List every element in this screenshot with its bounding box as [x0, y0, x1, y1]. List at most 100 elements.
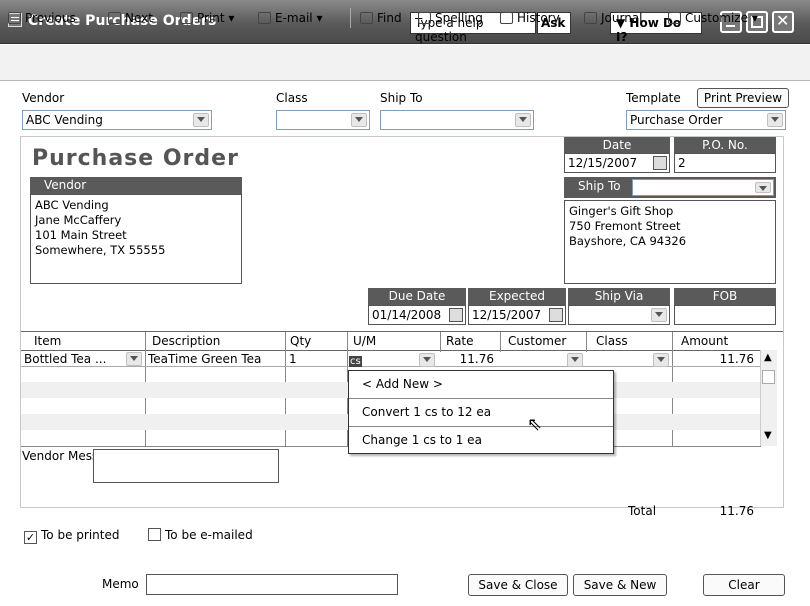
spelling-label: Spelling [435, 11, 483, 25]
spelling-button[interactable]: Spelling [418, 11, 483, 25]
to-be-emailed-label: To be e-mailed [165, 528, 253, 542]
find-label: Find [377, 11, 402, 25]
um-cell-value: cs [349, 356, 362, 367]
shipto-address-select[interactable] [632, 179, 774, 196]
col-header-amount: Amount [681, 334, 729, 348]
rate-cell[interactable]: 11.76 [444, 352, 494, 366]
vendor-select[interactable]: ABC Vending [22, 110, 212, 130]
class-select[interactable] [276, 110, 370, 130]
um-select[interactable]: cs [349, 353, 439, 368]
class-cell-select[interactable] [589, 353, 671, 368]
template-select-value: Purchase Order [630, 113, 723, 127]
to-be-emailed-checkbox[interactable]: To be e-mailed [148, 528, 253, 542]
date-field[interactable]: 12/15/2007 [564, 153, 670, 173]
checkbox-icon [148, 528, 161, 541]
next-button[interactable]: Next [108, 11, 153, 25]
mouse-pointer-icon: ⇖ [527, 414, 543, 435]
ship-via-select[interactable] [568, 305, 670, 325]
template-label: Template [626, 91, 681, 105]
vendor-address-line: Somewhere, TX 55555 [35, 243, 166, 257]
calendar-icon[interactable] [449, 308, 463, 322]
um-option-convert[interactable]: Convert 1 cs to 12 ea [349, 399, 613, 427]
to-be-printed-checkbox[interactable]: ✓ To be printed [24, 528, 119, 544]
shipto-address-box[interactable]: Ginger's Gift Shop 750 Fremont Street Ba… [564, 200, 776, 284]
table-row[interactable]: Bottled Tea ... [24, 352, 144, 366]
clear-button[interactable]: Clear [703, 574, 785, 596]
print-preview-button[interactable]: Print Preview [697, 88, 789, 108]
email-button[interactable]: E-mail ▾ [258, 11, 322, 25]
find-button[interactable]: Find [360, 11, 402, 25]
chevron-down-icon [419, 353, 435, 367]
customer-select[interactable] [503, 353, 585, 368]
next-label: Next [125, 11, 153, 25]
chevron-down-icon[interactable] [126, 352, 142, 366]
calendar-icon[interactable] [549, 308, 563, 322]
fob-field[interactable] [674, 305, 776, 325]
total-value: 11.76 [719, 504, 754, 518]
description-cell[interactable]: TeaTime Green Tea [148, 352, 261, 366]
chevron-down-icon [351, 113, 367, 127]
due-date-value: 01/14/2008 [372, 308, 442, 322]
vendor-address-box[interactable]: ABC Vending Jane McCaffery 101 Main Stre… [30, 194, 242, 284]
scroll-up-icon[interactable]: ▲ [764, 352, 772, 363]
um-option-add-new[interactable]: < Add New > [349, 371, 613, 399]
grid-col-divider [440, 332, 441, 352]
print-button[interactable]: Print ▾ [180, 11, 234, 25]
vendor-box-header: Vendor [30, 177, 242, 194]
item-cell: Bottled Tea ... [24, 352, 107, 366]
scroll-thumb[interactable] [762, 370, 775, 384]
printer-icon [180, 12, 193, 24]
po-number-field[interactable]: 2 [674, 153, 776, 173]
chevron-down-icon [567, 353, 583, 367]
spelling-icon [418, 12, 431, 24]
calendar-icon[interactable] [653, 156, 667, 170]
shipto-box-label: Ship To [578, 179, 621, 193]
email-label: E-mail [275, 11, 313, 25]
checkbox-checked-icon: ✓ [24, 531, 37, 544]
grid-top-border [21, 331, 783, 332]
expected-header: Expected [468, 288, 566, 305]
customize-label: Customize [685, 11, 748, 25]
amount-cell[interactable]: 11.76 [676, 352, 754, 366]
minimize-icon [726, 25, 735, 27]
chevron-down-icon [653, 353, 669, 367]
close-button[interactable]: ✕ [772, 11, 794, 33]
shipto-address-line: Bayshore, CA 94326 [569, 234, 687, 248]
vendor-address-line: 101 Main Street [35, 228, 127, 242]
print-label: Print [197, 11, 225, 25]
journal-icon [584, 12, 597, 24]
vendor-address-line: Jane McCaffery [35, 213, 122, 227]
po-number-header: P.O. No. [674, 137, 776, 154]
ship-via-header: Ship Via [568, 288, 670, 305]
customize-button[interactable]: Customize ▾ [668, 11, 758, 25]
vendor-select-value: ABC Vending [26, 113, 103, 127]
grid-header-divider [21, 350, 761, 351]
col-header-class: Class [596, 334, 628, 348]
um-dropdown-list: < Add New > Convert 1 cs to 12 ea Change… [348, 370, 614, 454]
col-header-qty: Qty [290, 334, 312, 348]
history-button[interactable]: History [500, 11, 560, 25]
vendor-message-input[interactable] [93, 449, 279, 483]
qty-cell[interactable]: 1 [289, 352, 297, 366]
toolbar [0, 45, 810, 81]
shipto-select[interactable] [380, 110, 534, 130]
col-header-rate: Rate [446, 334, 474, 348]
next-icon [108, 12, 121, 24]
um-option-change[interactable]: Change 1 cs to 1 ea [349, 427, 613, 455]
find-icon [360, 12, 373, 24]
scroll-down-icon[interactable]: ▼ [764, 430, 772, 441]
total-label: Total [628, 504, 657, 518]
vendor-label: Vendor [22, 91, 65, 105]
previous-button[interactable]: Previous [8, 11, 76, 25]
close-icon: ✕ [776, 11, 790, 30]
template-select[interactable]: Purchase Order [626, 110, 786, 130]
memo-label: Memo [102, 577, 139, 591]
grid-scrollbar[interactable]: ▲ ▼ [760, 350, 777, 446]
memo-input[interactable] [146, 574, 398, 595]
history-label: History [517, 11, 560, 25]
save-new-button[interactable]: Save & New [573, 574, 667, 596]
journal-button[interactable]: Journal [584, 11, 643, 25]
expected-date-field[interactable]: 12/15/2007 [468, 305, 566, 325]
due-date-field[interactable]: 01/14/2008 [368, 305, 466, 325]
save-close-button[interactable]: Save & Close [468, 574, 568, 596]
